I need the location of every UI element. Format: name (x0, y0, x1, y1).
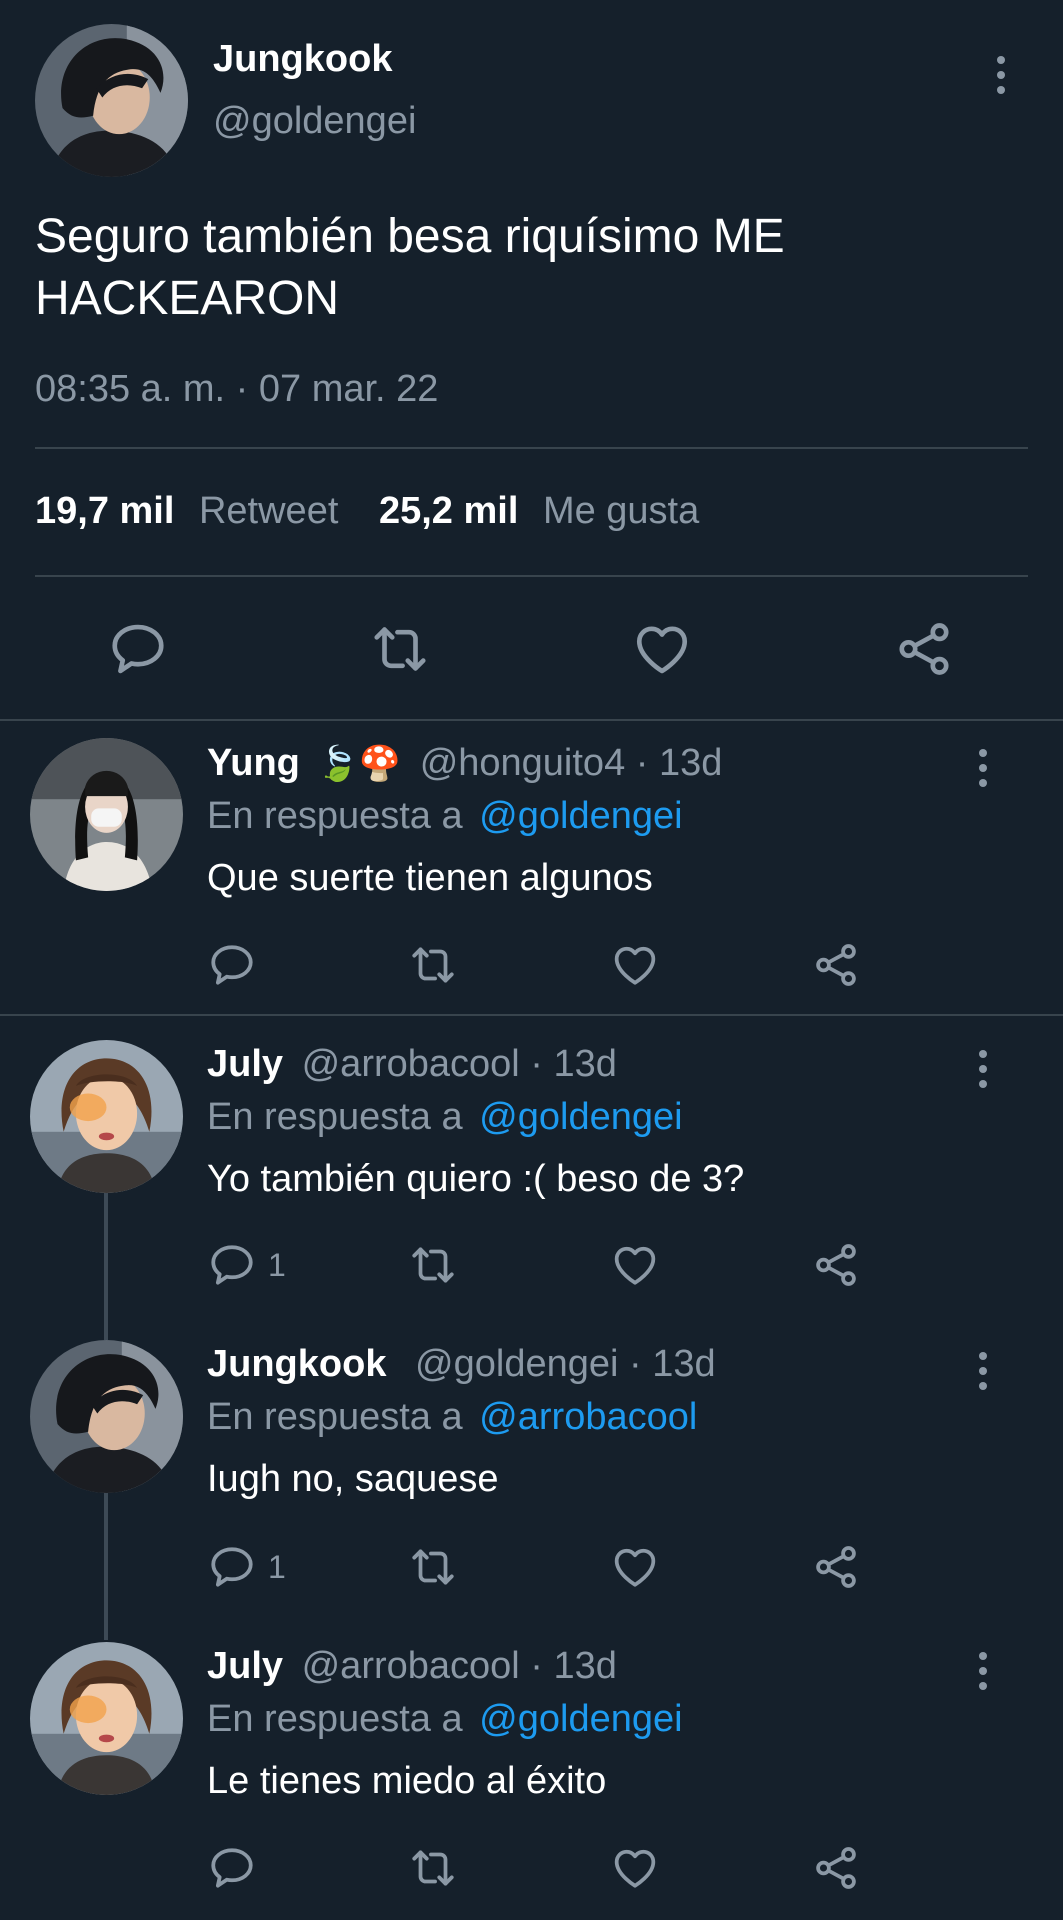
like-icon[interactable] (631, 618, 693, 680)
reply-count: 1 (268, 1247, 286, 1283)
retweet-icon[interactable] (408, 1843, 458, 1893)
reply-handle-time[interactable]: @honguito4 · 13d (420, 742, 723, 784)
reply-avatar[interactable] (30, 738, 183, 891)
reply-avatar-image (30, 1642, 183, 1795)
reply-author-name[interactable]: July (207, 1645, 283, 1687)
likes-label[interactable]: Me gusta (543, 490, 699, 532)
author-avatar-image (35, 24, 188, 177)
reply-icon[interactable] (207, 940, 257, 990)
share-icon[interactable] (811, 1843, 861, 1893)
retweets-label[interactable]: Retweet (199, 490, 338, 532)
replying-to: En respuesta a @goldengei (207, 1096, 683, 1139)
replying-to-prefix: En respuesta a (207, 1396, 463, 1438)
more-options-icon[interactable] (978, 1652, 988, 1690)
replying-to: En respuesta a @goldengei (207, 795, 683, 838)
reply-icon[interactable] (207, 1240, 257, 1290)
reply-avatar-image (30, 738, 183, 891)
more-options-icon[interactable] (978, 1050, 988, 1088)
retweet-icon[interactable] (408, 1542, 458, 1592)
reply-handle-time[interactable]: @arrobacool · 13d (302, 1645, 617, 1687)
reply-avatar-image (30, 1040, 183, 1193)
author-name[interactable]: Jungkook (213, 38, 392, 81)
reply-icon[interactable] (207, 1843, 257, 1893)
retweet-icon[interactable] (369, 618, 431, 680)
reply-handle-time[interactable]: @goldengei · 13d (415, 1343, 716, 1385)
reply-handle-time[interactable]: @arrobacool · 13d (302, 1043, 617, 1085)
share-icon[interactable] (893, 618, 955, 680)
retweets-count[interactable]: 19,7 mil (35, 490, 174, 532)
reply-icon[interactable] (107, 618, 169, 680)
replying-to: En respuesta a @arrobacool (207, 1396, 697, 1439)
divider (35, 575, 1028, 577)
thread-line (104, 1192, 108, 1340)
reply-text: Yo también quiero :( beso de 3? (207, 1158, 745, 1200)
replying-to-link[interactable]: @arrobacool (479, 1396, 697, 1438)
like-icon[interactable] (610, 1240, 660, 1290)
more-options-icon[interactable] (996, 56, 1006, 94)
reply-header: Jungkook @goldengei · 13d (207, 1343, 716, 1386)
tweet-stats: 19,7 mil Retweet 25,2 mil Me gusta (35, 490, 699, 533)
replying-to-prefix: En respuesta a (207, 795, 463, 837)
reply-avatar-image (30, 1340, 183, 1493)
replying-to-prefix: En respuesta a (207, 1096, 463, 1138)
reply-text: Que suerte tienen algunos (207, 857, 653, 899)
author-handle[interactable]: @goldengei (213, 100, 416, 143)
reply-avatar[interactable] (30, 1040, 183, 1193)
author-avatar[interactable] (35, 24, 188, 177)
replying-to-link[interactable]: @goldengei (479, 1698, 682, 1740)
reply-header: July @arrobacool · 13d (207, 1043, 617, 1086)
replying-to-prefix: En respuesta a (207, 1698, 463, 1740)
name-emojis: 🍃🍄 (316, 745, 402, 783)
reply-header: Yung 🍃🍄 @honguito4 · 13d (207, 742, 722, 785)
likes-count[interactable]: 25,2 mil (379, 490, 518, 532)
tweet-text: Seguro también besa riquísimo ME HACKEAR… (35, 210, 785, 325)
reply-count: 1 (268, 1549, 286, 1585)
like-icon[interactable] (610, 1542, 660, 1592)
retweet-icon[interactable] (408, 940, 458, 990)
more-options-icon[interactable] (978, 749, 988, 787)
reply-avatar[interactable] (30, 1642, 183, 1795)
divider (35, 447, 1028, 449)
divider (0, 1014, 1063, 1016)
reply-icon[interactable] (207, 1542, 257, 1592)
reply-header: July @arrobacool · 13d (207, 1645, 617, 1688)
replying-to-link[interactable]: @goldengei (479, 795, 682, 837)
reply-text: Le tienes miedo al éxito (207, 1760, 607, 1802)
tweet-timestamp[interactable]: 08:35 a. m. · 07 mar. 22 (35, 368, 438, 411)
share-icon[interactable] (811, 1240, 861, 1290)
replying-to-link[interactable]: @goldengei (479, 1096, 682, 1138)
reply-text: Iugh no, saquese (207, 1458, 499, 1500)
like-icon[interactable] (610, 940, 660, 990)
share-icon[interactable] (811, 1542, 861, 1592)
like-icon[interactable] (610, 1843, 660, 1893)
divider (0, 719, 1063, 721)
reply-avatar[interactable] (30, 1340, 183, 1493)
reply-author-name[interactable]: Jungkook (207, 1343, 386, 1385)
replying-to: En respuesta a @goldengei (207, 1698, 683, 1741)
thread-line (104, 1492, 108, 1640)
more-options-icon[interactable] (978, 1352, 988, 1390)
share-icon[interactable] (811, 940, 861, 990)
reply-author-name[interactable]: Yung (207, 742, 300, 784)
reply-author-name[interactable]: July (207, 1043, 283, 1085)
retweet-icon[interactable] (408, 1240, 458, 1290)
